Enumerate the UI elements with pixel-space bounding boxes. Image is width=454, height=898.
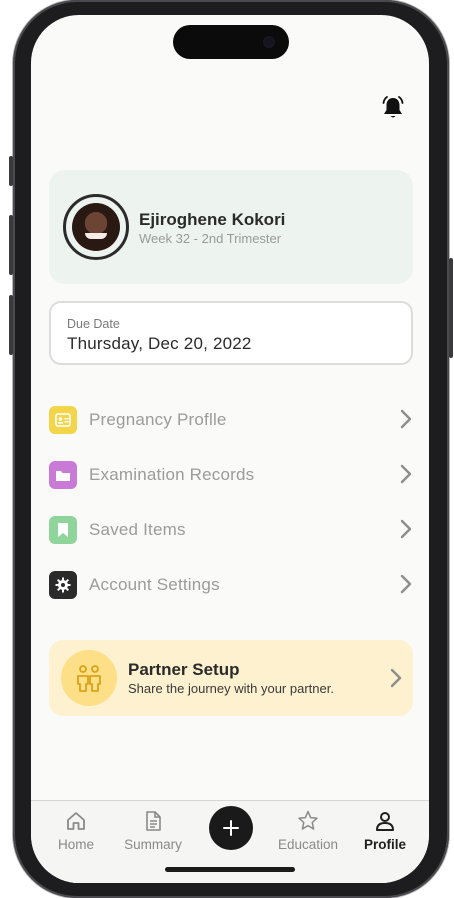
chevron-right-icon	[400, 409, 412, 429]
menu-item-label: Account Settings	[89, 575, 220, 594]
partner-icon	[61, 650, 117, 706]
partner-setup-title: Partner Setup	[128, 660, 240, 679]
gear-icon	[49, 571, 77, 599]
due-date-value: Thursday, Dec 20, 2022	[67, 334, 252, 353]
home-icon	[67, 812, 85, 830]
profile-card-icon	[49, 406, 77, 434]
tab-summary[interactable]: Summary	[113, 809, 193, 852]
profile-name: Ejiroghene Kokori	[139, 210, 286, 229]
folder-icon	[49, 461, 77, 489]
tab-home[interactable]: Home	[36, 809, 116, 852]
tab-profile[interactable]: Profile	[345, 809, 425, 852]
power-button	[449, 258, 453, 358]
app-screen: Ejiroghene Kokori Week 32 - 2nd Trimeste…	[31, 15, 429, 883]
menu-item-label: Examination Records	[89, 465, 255, 484]
home-indicator[interactable]	[165, 867, 295, 872]
due-date-field[interactable]: Due Date Thursday, Dec 20, 2022	[49, 301, 413, 365]
menu-item-label: Saved Items	[89, 520, 186, 539]
menu-item-account-settings[interactable]: Account Settings	[49, 565, 413, 605]
notification-bell-icon[interactable]	[381, 95, 405, 121]
chevron-right-icon	[390, 668, 402, 688]
star-icon	[298, 810, 318, 830]
due-date-label: Due Date	[67, 317, 120, 331]
chevron-right-icon	[400, 519, 412, 539]
avatar	[72, 203, 120, 251]
profile-card[interactable]: Ejiroghene Kokori Week 32 - 2nd Trimeste…	[49, 170, 413, 284]
person-icon	[376, 812, 394, 831]
pregnancy-week: Week 32 - 2nd Trimester	[139, 231, 282, 246]
avatar-progress-ring	[63, 194, 129, 260]
volume-up-button	[9, 215, 13, 275]
add-button[interactable]	[209, 806, 253, 850]
chevron-right-icon	[400, 574, 412, 594]
volume-down-button	[9, 295, 13, 355]
tab-label: Education	[277, 837, 339, 852]
document-icon	[146, 811, 161, 831]
dynamic-island	[173, 25, 289, 59]
menu-item-pregnancy-profile[interactable]: Pregnancy Proflle	[49, 400, 413, 440]
plus-icon	[223, 820, 239, 836]
menu-item-saved-items[interactable]: Saved Items	[49, 510, 413, 550]
partner-setup-card[interactable]: Partner Setup Share the journey with you…	[49, 640, 413, 716]
menu-item-label: Pregnancy Proflle	[89, 410, 227, 429]
menu-item-examination-records[interactable]: Examination Records	[49, 455, 413, 495]
tab-label: Summary	[124, 837, 182, 852]
tab-education[interactable]: Education	[268, 809, 348, 852]
partner-setup-subtitle: Share the journey with your partner.	[128, 681, 334, 696]
tab-label: Home	[57, 837, 94, 852]
action-button	[9, 156, 13, 186]
tab-label: Profile	[363, 837, 406, 852]
chevron-right-icon	[400, 464, 412, 484]
bookmark-icon	[49, 516, 77, 544]
